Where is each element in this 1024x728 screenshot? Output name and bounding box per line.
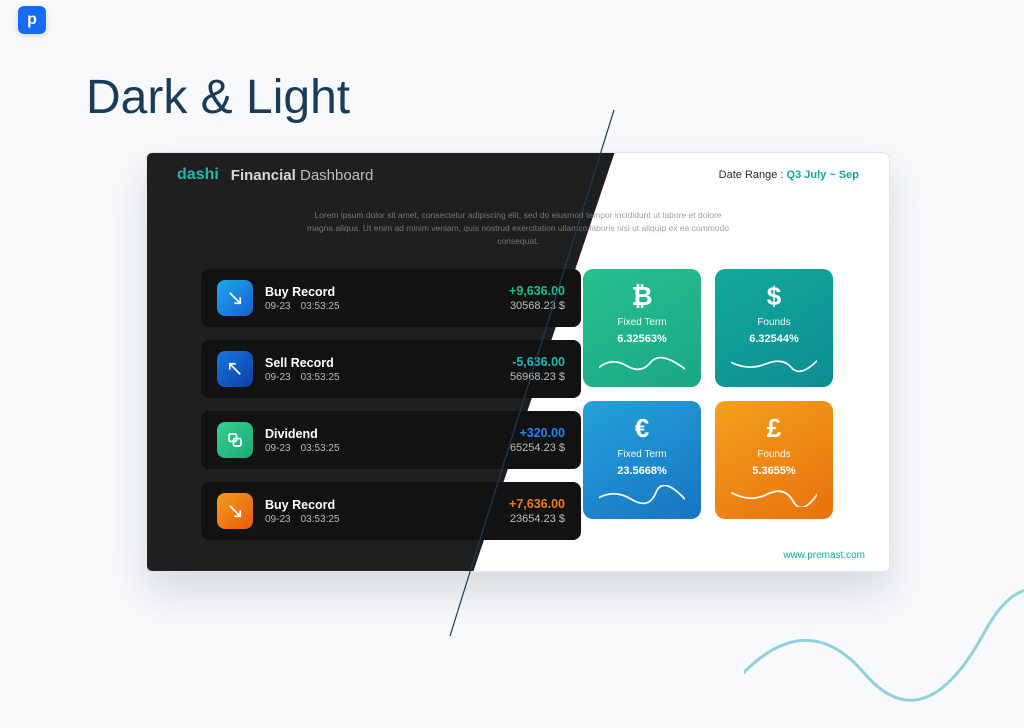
- record-amount: 65254.23 $: [510, 442, 565, 454]
- record-row[interactable]: Sell Record 09-2303:53:25 -5,636.00 5696…: [201, 340, 581, 398]
- record-amount: 30568.23 $: [509, 300, 565, 312]
- tile-percent: 23.5668%: [617, 465, 667, 477]
- record-timestamp: 09-2303:53:25: [265, 372, 340, 383]
- record-title: Dividend: [265, 427, 340, 441]
- tile-percent: 6.32563%: [617, 333, 667, 345]
- record-timestamp: 09-2303:53:25: [265, 443, 340, 454]
- arrow-down-right-icon: [217, 280, 253, 316]
- arrow-down-right-icon: [217, 493, 253, 529]
- record-delta: +7,636.00: [509, 497, 565, 511]
- euro-icon: €: [635, 415, 649, 441]
- dashboard-header: dashi Financial Dashboard Date Range : Q…: [147, 153, 889, 197]
- stat-tiles-grid: ₿ Fixed Term 6.32563% $ Founds 6.32544% …: [583, 269, 833, 519]
- tile-label: Fixed Term: [617, 317, 666, 328]
- sparkline-icon: [731, 353, 817, 375]
- stat-tile-pound[interactable]: £ Founds 5.3655%: [715, 401, 833, 519]
- sparkline-icon: [731, 485, 817, 507]
- swap-icon: [217, 422, 253, 458]
- tile-label: Founds: [757, 317, 790, 328]
- arrow-up-left-icon: [217, 351, 253, 387]
- records-list: Buy Record 09-2303:53:25 +9,636.00 30568…: [201, 269, 581, 540]
- record-row[interactable]: Buy Record 09-2303:53:25 +7,636.00 23654…: [201, 482, 581, 540]
- tile-label: Founds: [757, 449, 790, 460]
- record-title: Sell Record: [265, 356, 340, 370]
- dashboard-card: dashi Financial Dashboard Date Range : Q…: [146, 152, 890, 572]
- record-row[interactable]: Buy Record 09-2303:53:25 +9,636.00 30568…: [201, 269, 581, 327]
- record-amount: 23654.23 $: [509, 513, 565, 525]
- stat-tile-euro[interactable]: € Fixed Term 23.5668%: [583, 401, 701, 519]
- bitcoin-icon: ₿: [631, 283, 652, 309]
- record-title: Buy Record: [265, 498, 340, 512]
- pound-icon: £: [767, 415, 781, 441]
- tile-percent: 6.32544%: [749, 333, 799, 345]
- record-delta: -5,636.00: [510, 355, 565, 369]
- date-range-label[interactable]: Date Range : Q3 July ~ Sep: [719, 169, 859, 181]
- brand-logo: dashi: [177, 166, 219, 184]
- description-text: Lorem ipsum dolor sit amet, consectetur …: [303, 209, 733, 247]
- record-timestamp: 09-2303:53:25: [265, 514, 340, 525]
- record-timestamp: 09-2303:53:25: [265, 301, 340, 312]
- tile-percent: 5.3655%: [752, 465, 795, 477]
- tile-label: Fixed Term: [617, 449, 666, 460]
- background-wave: [744, 543, 1024, 723]
- app-badge: p: [18, 6, 46, 34]
- record-delta: +320.00: [510, 426, 565, 440]
- dollar-icon: $: [767, 283, 781, 309]
- dashboard-title: Financial Dashboard: [231, 167, 374, 184]
- record-delta: +9,636.00: [509, 284, 565, 298]
- stat-tile-bitcoin[interactable]: ₿ Fixed Term 6.32563%: [583, 269, 701, 387]
- sparkline-icon: [599, 485, 685, 507]
- record-row[interactable]: Dividend 09-2303:53:25 +320.00 65254.23 …: [201, 411, 581, 469]
- stat-tile-dollar[interactable]: $ Founds 6.32544%: [715, 269, 833, 387]
- sparkline-icon: [599, 353, 685, 375]
- page-title: Dark & Light: [86, 70, 350, 125]
- record-amount: 56968.23 $: [510, 371, 565, 383]
- record-title: Buy Record: [265, 285, 340, 299]
